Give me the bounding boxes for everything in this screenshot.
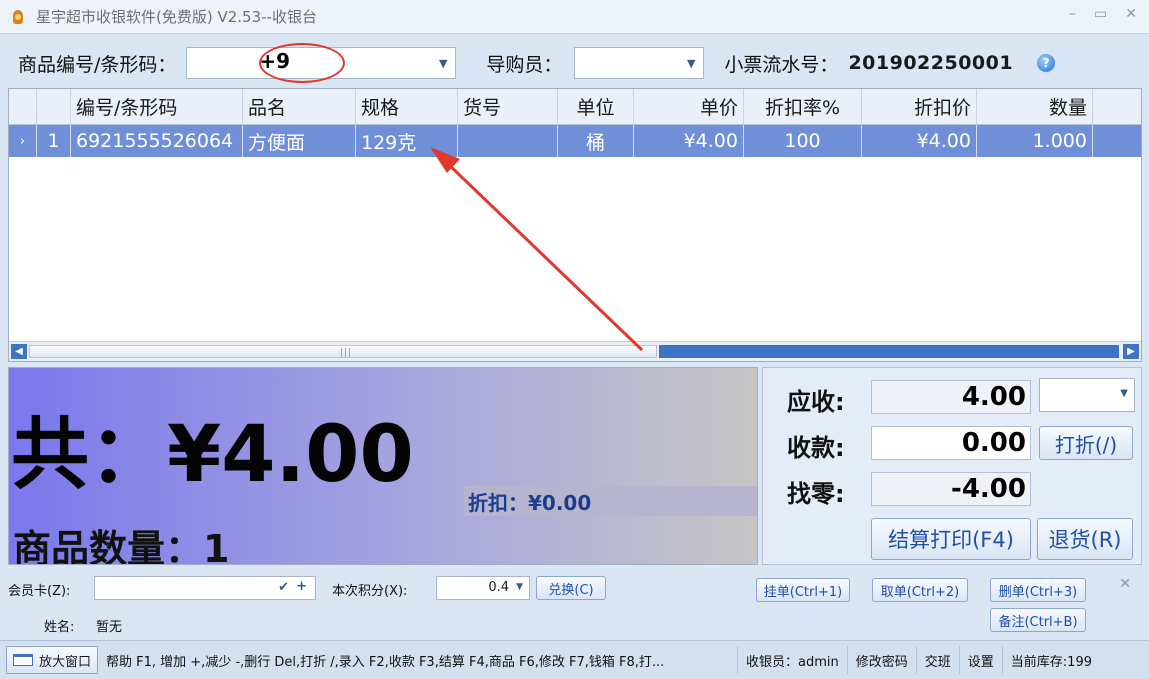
window-title: 星宇超市收银软件(免费版) V2.53--收银台 [36, 8, 317, 26]
return-button[interactable]: 退货(R) [1037, 518, 1133, 560]
scroll-track[interactable] [659, 345, 1119, 358]
row-quantity[interactable]: 1.000 [977, 125, 1093, 157]
header-name[interactable]: 品名 [243, 89, 356, 124]
check-icon[interactable]: ✔ [278, 580, 289, 595]
horizontal-scrollbar[interactable]: ◀ ||| ▶ [9, 341, 1141, 361]
window-icon [13, 654, 33, 666]
received-input[interactable]: 0.00 [871, 426, 1031, 460]
discount-button[interactable]: 打折(/) [1039, 426, 1133, 460]
header-spec[interactable]: 规格 [356, 89, 458, 124]
title-bar: 星宇超市收银软件(免费版) V2.53--收银台 – ▭ ✕ [0, 0, 1149, 34]
settings-link[interactable]: 设置 [960, 646, 1003, 674]
ticket-number: 201902250001 [848, 52, 1014, 74]
guide-combobox[interactable]: ▼ [574, 47, 705, 79]
header-quantity[interactable]: 数量 [977, 89, 1093, 124]
settle-print-button[interactable]: 结算打印(F4) [871, 518, 1031, 560]
member-card-input[interactable]: ✔ + [94, 576, 316, 600]
row-unit[interactable]: 桶 [558, 125, 634, 157]
header-price[interactable]: 单价 [634, 89, 744, 124]
header-discount-price[interactable]: 折扣价 [862, 89, 977, 124]
zoom-window-label: 放大窗口 [39, 654, 92, 670]
row-name[interactable]: 方便面 [243, 125, 356, 157]
total-panel: 共：¥4.00 折扣：¥0.00 商品数量：1 [8, 367, 758, 565]
scroll-grip-icon: ||| [340, 348, 353, 358]
shift-link[interactable]: 交班 [917, 646, 960, 674]
header-discount-rate[interactable]: 折扣率% [744, 89, 862, 124]
row-barcode[interactable]: 6921555526064 [71, 125, 243, 157]
name-value: 暂无 [96, 620, 123, 635]
payment-method-dropdown[interactable]: ▼ [1039, 378, 1135, 412]
row-spec[interactable]: 129克 [356, 125, 458, 157]
window-controls: – ▭ ✕ [1069, 6, 1137, 22]
member-bar: 会员卡(Z): ✔ + 本次积分(X): 0.4 ▼ 兑换(C) 姓名: 暂无 … [0, 568, 1149, 636]
points-value[interactable]: 0.4 [488, 580, 509, 595]
barcode-label: 商品编号/条形码： [18, 53, 177, 76]
maximize-icon[interactable]: ▭ [1094, 6, 1107, 22]
help-icon[interactable]: ? [1037, 54, 1056, 72]
points-spinner[interactable]: 0.4 ▼ [436, 576, 530, 600]
total-amount: 共：¥4.00 [11, 410, 414, 500]
zoom-window-button[interactable]: 放大窗口 [6, 646, 99, 674]
change-password-link[interactable]: 修改密码 [848, 646, 917, 674]
chevron-down-icon[interactable]: ▼ [516, 582, 523, 592]
redeem-button[interactable]: 兑换(C) [536, 576, 606, 600]
chevron-down-icon[interactable]: ▼ [1120, 388, 1128, 399]
highlight-ellipse [259, 43, 346, 83]
table-row[interactable]: › 1 6921555526064 方便面 129克 桶 ¥4.00 100 ¥… [9, 125, 1141, 157]
plus-icon[interactable]: + [296, 579, 307, 594]
take-order-button[interactable]: 取单(Ctrl+2) [872, 578, 968, 602]
delete-order-button[interactable]: 删单(Ctrl+3) [990, 578, 1086, 602]
row-price[interactable]: ¥4.00 [634, 125, 744, 157]
points-label: 本次积分(X): [332, 584, 408, 599]
close-icon[interactable]: ✕ [1119, 576, 1131, 592]
shortcut-help-text: 帮助 F1, 增加 +,减少 -,删行 Del,打折 /,录入 F2,收款 F3… [98, 646, 739, 674]
item-count: 商品数量：1 [13, 527, 230, 565]
row-item-no[interactable] [458, 125, 558, 157]
received-label: 收款: [787, 434, 845, 462]
header-unit[interactable]: 单位 [558, 89, 634, 124]
hold-order-button[interactable]: 挂单(Ctrl+1) [756, 578, 850, 602]
chevron-down-icon[interactable]: ▼ [687, 57, 695, 70]
header-selector [9, 89, 37, 124]
row-index: 1 [37, 125, 71, 157]
search-bar: 商品编号/条形码： +9 ▼ 导购员： ▼ 小票流水号： 20190225000… [8, 40, 1142, 86]
name-label: 姓名: [44, 620, 75, 635]
payment-panel: 应收: 4.00 ▼ 收款: 0.00 打折(/) 找零: -4.00 结算打印… [762, 367, 1142, 565]
member-card-label: 会员卡(Z): [8, 584, 71, 599]
items-grid: 编号/条形码 品名 规格 货号 单位 单价 折扣率% 折扣价 数量 › 1 69… [8, 88, 1142, 362]
note-button[interactable]: 备注(Ctrl+B) [990, 608, 1086, 632]
scroll-right-icon[interactable]: ▶ [1123, 344, 1139, 359]
app-logo-icon [10, 9, 26, 25]
row-discount-rate[interactable]: 100 [744, 125, 862, 157]
row-discount-price[interactable]: ¥4.00 [862, 125, 977, 157]
change-field: -4.00 [871, 472, 1031, 506]
header-index [37, 89, 71, 124]
receivable-label: 应收: [787, 388, 845, 416]
change-label: 找零: [787, 480, 845, 508]
stock-label: 当前库存:199 [1010, 654, 1092, 670]
row-selector-icon: › [9, 125, 37, 157]
header-barcode[interactable]: 编号/条形码 [71, 89, 243, 124]
scroll-left-icon[interactable]: ◀ [11, 344, 27, 359]
minimize-icon[interactable]: – [1069, 6, 1076, 22]
close-icon[interactable]: ✕ [1125, 6, 1137, 22]
header-item-no[interactable]: 货号 [458, 89, 558, 124]
receivable-field: 4.00 [871, 380, 1031, 414]
status-bar: 放大窗口 帮助 F1, 增加 +,减少 -,删行 Del,打折 /,录入 F2,… [0, 640, 1149, 679]
cashier-label: 收银员：admin [738, 646, 848, 674]
guide-label: 导购员： [486, 53, 563, 76]
chevron-down-icon[interactable]: ▼ [439, 57, 447, 70]
scroll-thumb[interactable]: ||| [29, 345, 657, 358]
barcode-combobox[interactable]: +9 ▼ [186, 43, 457, 83]
ticket-label: 小票流水号： [724, 53, 839, 76]
discount-amount: 折扣：¥0.00 [464, 486, 757, 516]
grid-header: 编号/条形码 品名 规格 货号 单位 单价 折扣率% 折扣价 数量 [9, 89, 1141, 125]
